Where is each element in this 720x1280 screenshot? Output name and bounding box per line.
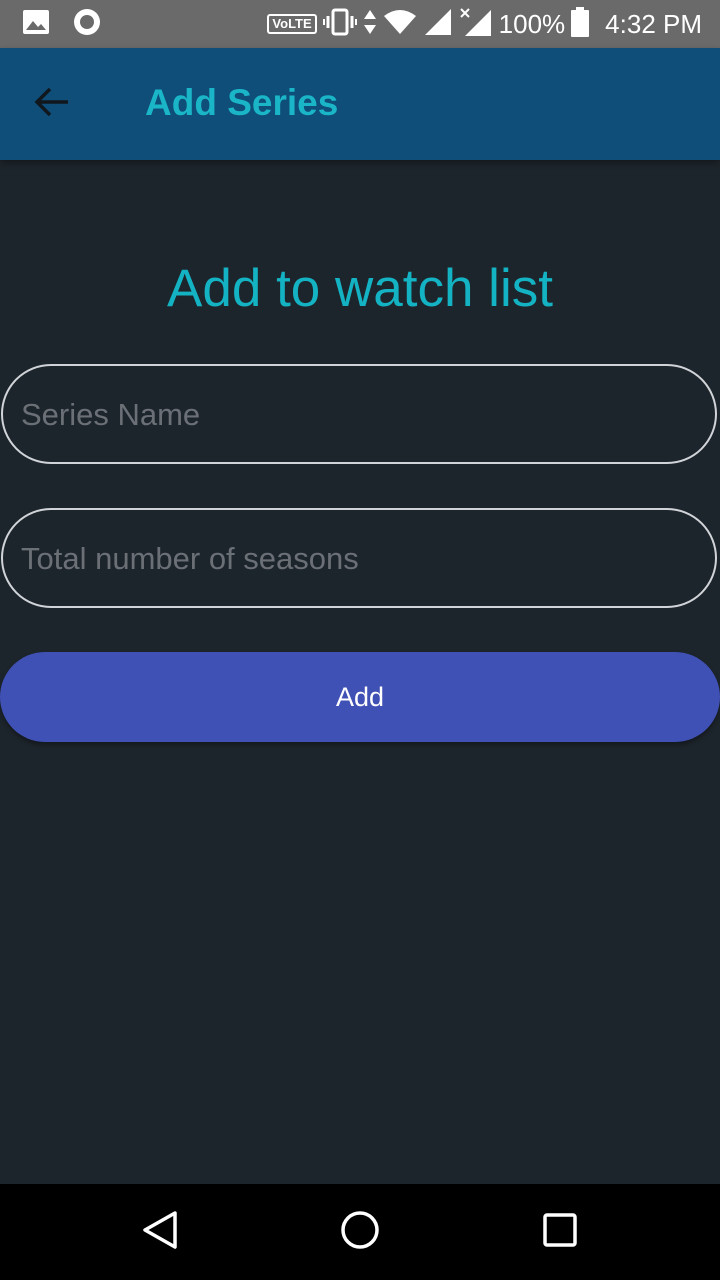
recents-square-icon <box>542 1212 578 1253</box>
back-button[interactable] <box>24 78 80 130</box>
navigation-bar <box>0 1184 720 1280</box>
battery-icon <box>571 6 590 42</box>
data-arrows-icon <box>363 9 377 40</box>
series-name-field[interactable] <box>1 364 717 464</box>
series-name-input[interactable] <box>19 366 703 464</box>
back-triangle-icon <box>141 1210 179 1255</box>
arrow-left-icon <box>34 86 70 123</box>
signal-no-sim-icon <box>459 7 493 42</box>
add-button[interactable]: Add <box>0 652 720 742</box>
home-circle-icon <box>340 1210 380 1255</box>
app-bar: Add Series <box>0 48 720 160</box>
page-title: Add Series <box>145 82 339 123</box>
seasons-field[interactable] <box>1 508 717 608</box>
seasons-input[interactable] <box>19 510 703 608</box>
battery-percent: 100% <box>498 8 566 39</box>
signal-icon <box>423 8 453 41</box>
form-heading: Add to watch list <box>167 259 553 318</box>
volte-label: VoLTE <box>267 14 317 34</box>
wifi-icon <box>383 8 417 41</box>
nav-home-button[interactable] <box>332 1204 388 1260</box>
record-icon <box>72 7 102 42</box>
clock: 4:32 PM <box>605 8 702 39</box>
status-bar: VoLTE 100% 4:32 PM <box>0 0 720 48</box>
image-icon <box>22 9 50 40</box>
vibrate-icon <box>322 8 357 41</box>
nav-recents-button[interactable] <box>532 1204 588 1260</box>
nav-back-button[interactable] <box>132 1204 188 1260</box>
